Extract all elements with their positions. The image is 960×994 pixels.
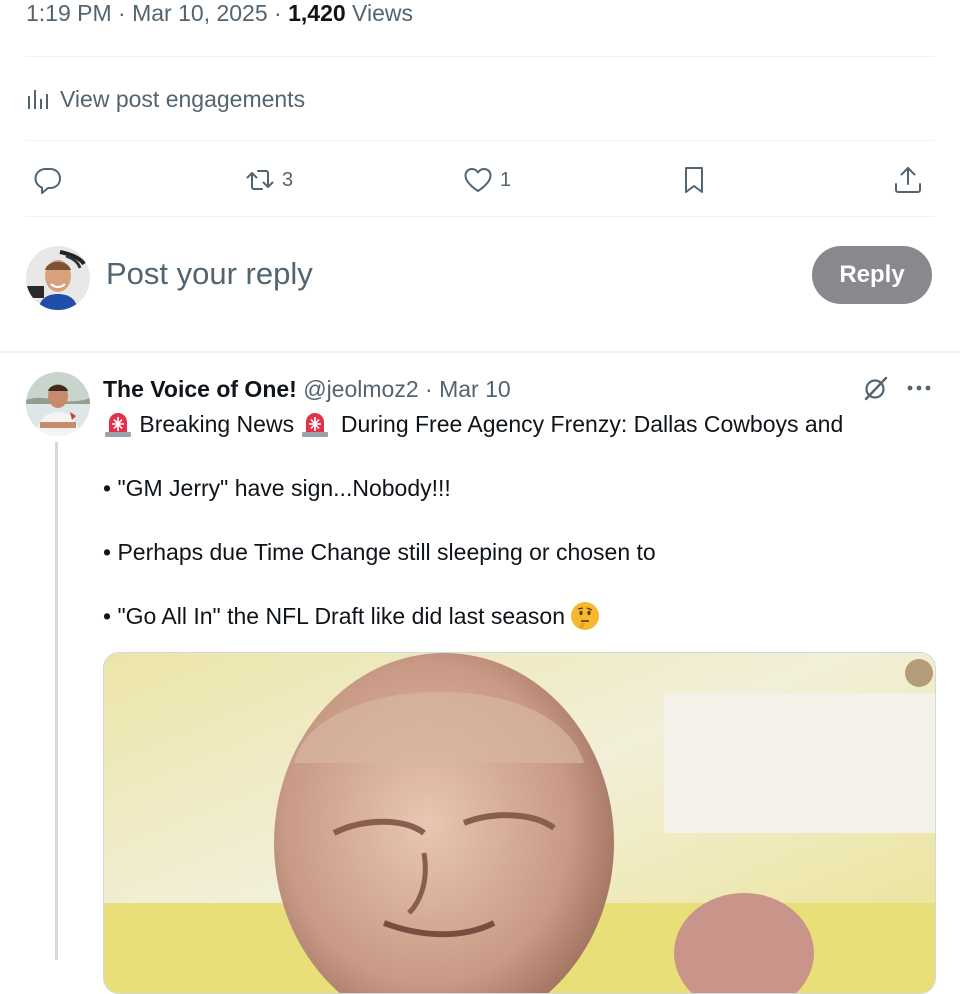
- repost-count: 3: [282, 168, 294, 191]
- breaking-news-text: Breaking News: [139, 411, 295, 437]
- view-engagements-link[interactable]: View post engagements: [26, 84, 305, 114]
- post-time[interactable]: 1:19 PM: [26, 0, 112, 26]
- like-action-button[interactable]: 1: [462, 158, 511, 202]
- post-line-4: • "Go All In" the NFL Draft like did las…: [103, 603, 566, 629]
- separator: ·: [425, 376, 433, 402]
- section-divider: [0, 351, 960, 353]
- like-count: 1: [500, 168, 512, 191]
- divider: [26, 216, 934, 217]
- current-user-avatar[interactable]: [26, 246, 90, 310]
- thread-line: [55, 442, 58, 960]
- grok-icon[interactable]: [862, 374, 890, 402]
- bookmark-icon: [685, 167, 703, 193]
- post-metadata: 1:19 PM · Mar 10, 2025 · 1,420 Views: [26, 0, 413, 30]
- author-avatar[interactable]: [26, 372, 90, 436]
- views-label: Views: [352, 0, 413, 26]
- divider: [26, 140, 934, 141]
- reply-icon: [34, 168, 61, 194]
- author-handle[interactable]: @jeolmoz2: [303, 376, 418, 402]
- repost-icon: [246, 170, 274, 190]
- post-line-2: • "GM Jerry" have sign...Nobody!!!: [103, 475, 451, 501]
- author-name[interactable]: The Voice of One!: [103, 376, 297, 402]
- headline-text: During Free Agency Frenzy: Dallas Cowboy…: [340, 411, 844, 437]
- view-engagements-label: View post engagements: [60, 85, 306, 112]
- siren-emoji-icon: [105, 413, 131, 437]
- bookmark-action-button[interactable]: [678, 158, 710, 202]
- bar-chart-icon: [28, 90, 48, 109]
- more-options-icon[interactable]: [904, 374, 934, 402]
- reply-action-button[interactable]: [32, 158, 64, 202]
- post-line-3: • Perhaps due Time Change still sleeping…: [103, 539, 656, 565]
- reply-post[interactable]: The Voice of One! @jeolmoz2 · Mar 10 Bre…: [0, 370, 960, 994]
- repost-action-button[interactable]: 3: [244, 158, 293, 202]
- post-date[interactable]: Mar 10: [439, 376, 511, 402]
- post-header: The Voice of One! @jeolmoz2 · Mar 10: [103, 376, 511, 403]
- reply-submit-button[interactable]: Reply: [812, 246, 932, 304]
- share-action-button[interactable]: [892, 158, 924, 202]
- reply-composer: Post your reply Reply: [26, 246, 932, 310]
- thinking-face-emoji-icon: [571, 602, 600, 630]
- heart-icon: [464, 168, 492, 192]
- post-date[interactable]: Mar 10, 2025: [132, 0, 268, 26]
- post-media-image[interactable]: [103, 652, 936, 994]
- share-icon: [895, 167, 921, 193]
- divider: [26, 56, 934, 57]
- action-bar: 3 1: [26, 158, 934, 202]
- post-line-1: Breaking News During Free Agency Frenzy:…: [103, 408, 843, 440]
- siren-emoji-icon: [302, 413, 329, 437]
- post-text: Breaking News During Free Agency Frenzy:…: [103, 408, 843, 632]
- separator: ·: [118, 0, 126, 26]
- views-count: 1,420: [288, 0, 346, 26]
- reply-input[interactable]: Post your reply: [106, 256, 313, 292]
- separator: ·: [274, 0, 282, 26]
